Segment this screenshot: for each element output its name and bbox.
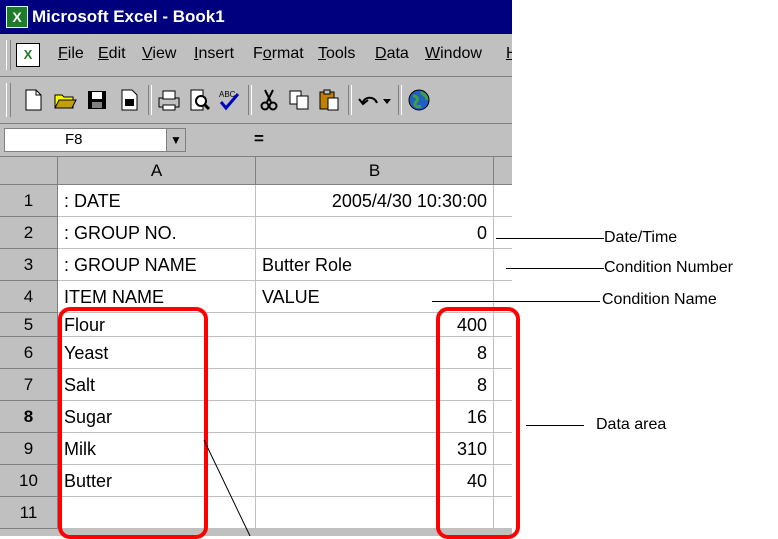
spelling-icon[interactable]: ABC	[216, 87, 242, 113]
menu-help[interactable]: H	[506, 45, 512, 63]
name-box-value: F8	[65, 131, 83, 148]
row-header[interactable]: 10	[0, 465, 58, 497]
datetime-leader-line	[496, 238, 604, 239]
toolbar-separator	[398, 85, 402, 115]
data-area-annotation: Data area	[596, 416, 667, 433]
condition-number-leader-line	[506, 268, 604, 269]
menu-bar-grip[interactable]	[6, 40, 11, 70]
title-bar: X Microsoft Excel - Book1	[0, 0, 512, 34]
undo-dropdown-icon[interactable]	[380, 87, 394, 113]
save-icon[interactable]	[84, 87, 110, 113]
condition-name-leader-line	[432, 301, 600, 302]
menu-window[interactable]: Window	[425, 45, 482, 63]
undo-icon[interactable]	[356, 87, 382, 113]
item-area-leader-line	[203, 439, 251, 536]
select-all-corner[interactable]	[0, 157, 58, 185]
column-header-b[interactable]: B	[256, 157, 494, 185]
cell-c2[interactable]	[494, 217, 512, 249]
row-header[interactable]: 2	[0, 217, 58, 249]
open-folder-icon[interactable]	[52, 87, 78, 113]
condition-name-annotation: Condition Name	[602, 291, 717, 308]
window-title: Microsoft Excel - Book1	[32, 7, 225, 26]
column-header-a[interactable]: A	[58, 157, 256, 185]
menu-bar: X File Edit View Insert Format Tools Dat…	[0, 34, 512, 77]
column-header-c[interactable]	[494, 157, 512, 185]
toolbar-separator	[248, 85, 252, 115]
copy-icon[interactable]	[286, 87, 312, 113]
print-preview-file-icon[interactable]	[116, 87, 142, 113]
row-header[interactable]: 6	[0, 337, 58, 369]
toolbar-separator	[348, 85, 352, 115]
row-header[interactable]: 7	[0, 369, 58, 401]
print-icon[interactable]	[156, 87, 182, 113]
toolbar-grip[interactable]	[6, 83, 11, 117]
menu-insert[interactable]: Insert	[194, 45, 234, 63]
cell-b2[interactable]: 0	[256, 217, 494, 249]
row-header[interactable]: 11	[0, 497, 58, 529]
row-header[interactable]: 4	[0, 281, 58, 313]
row-header[interactable]: 3	[0, 249, 58, 281]
menu-tools[interactable]: Tools	[318, 45, 355, 63]
menu-format[interactable]: Format	[253, 45, 304, 63]
row-header[interactable]: 1	[0, 185, 58, 217]
name-box[interactable]: F8 ▼	[4, 128, 186, 152]
paste-icon[interactable]	[316, 87, 342, 113]
row-header-active[interactable]: 8	[0, 401, 58, 433]
cell-c3[interactable]	[494, 249, 512, 281]
chevron-down-icon[interactable]: ▼	[166, 129, 185, 151]
cut-icon[interactable]	[256, 87, 282, 113]
data-area-leader-line	[526, 425, 584, 426]
formula-bar: F8 ▼ =	[0, 124, 512, 157]
row-header[interactable]: 9	[0, 433, 58, 465]
menu-data[interactable]: Data	[375, 45, 409, 63]
cell-a2[interactable]: : GROUP NO.	[58, 217, 256, 249]
values-highlight	[436, 307, 520, 539]
web-toolbar-icon[interactable]	[406, 87, 432, 113]
toolbar-separator	[148, 85, 152, 115]
cell-b3[interactable]: Butter Role	[256, 249, 494, 281]
workbook-icon[interactable]: X	[16, 43, 40, 67]
menu-edit[interactable]: Edit	[98, 45, 126, 63]
cell-b1[interactable]: 2005/4/30 10:30:00	[256, 185, 494, 217]
standard-toolbar: ABC	[0, 77, 512, 124]
menu-file[interactable]: File	[58, 45, 84, 63]
datetime-annotation: Date/Time	[604, 229, 678, 246]
new-document-icon[interactable]	[20, 87, 46, 113]
condition-number-annotation: Condition Number	[604, 259, 733, 276]
excel-app-icon[interactable]: X	[6, 6, 28, 28]
item-names-highlight	[58, 307, 208, 539]
print-preview-icon[interactable]	[186, 87, 212, 113]
cell-c1[interactable]	[494, 185, 512, 217]
menu-view[interactable]: View	[142, 45, 176, 63]
cell-a1[interactable]: : DATE	[58, 185, 256, 217]
row-header[interactable]: 5	[0, 313, 58, 337]
formula-equals-button[interactable]: =	[254, 129, 264, 149]
cell-a3[interactable]: : GROUP NAME	[58, 249, 256, 281]
